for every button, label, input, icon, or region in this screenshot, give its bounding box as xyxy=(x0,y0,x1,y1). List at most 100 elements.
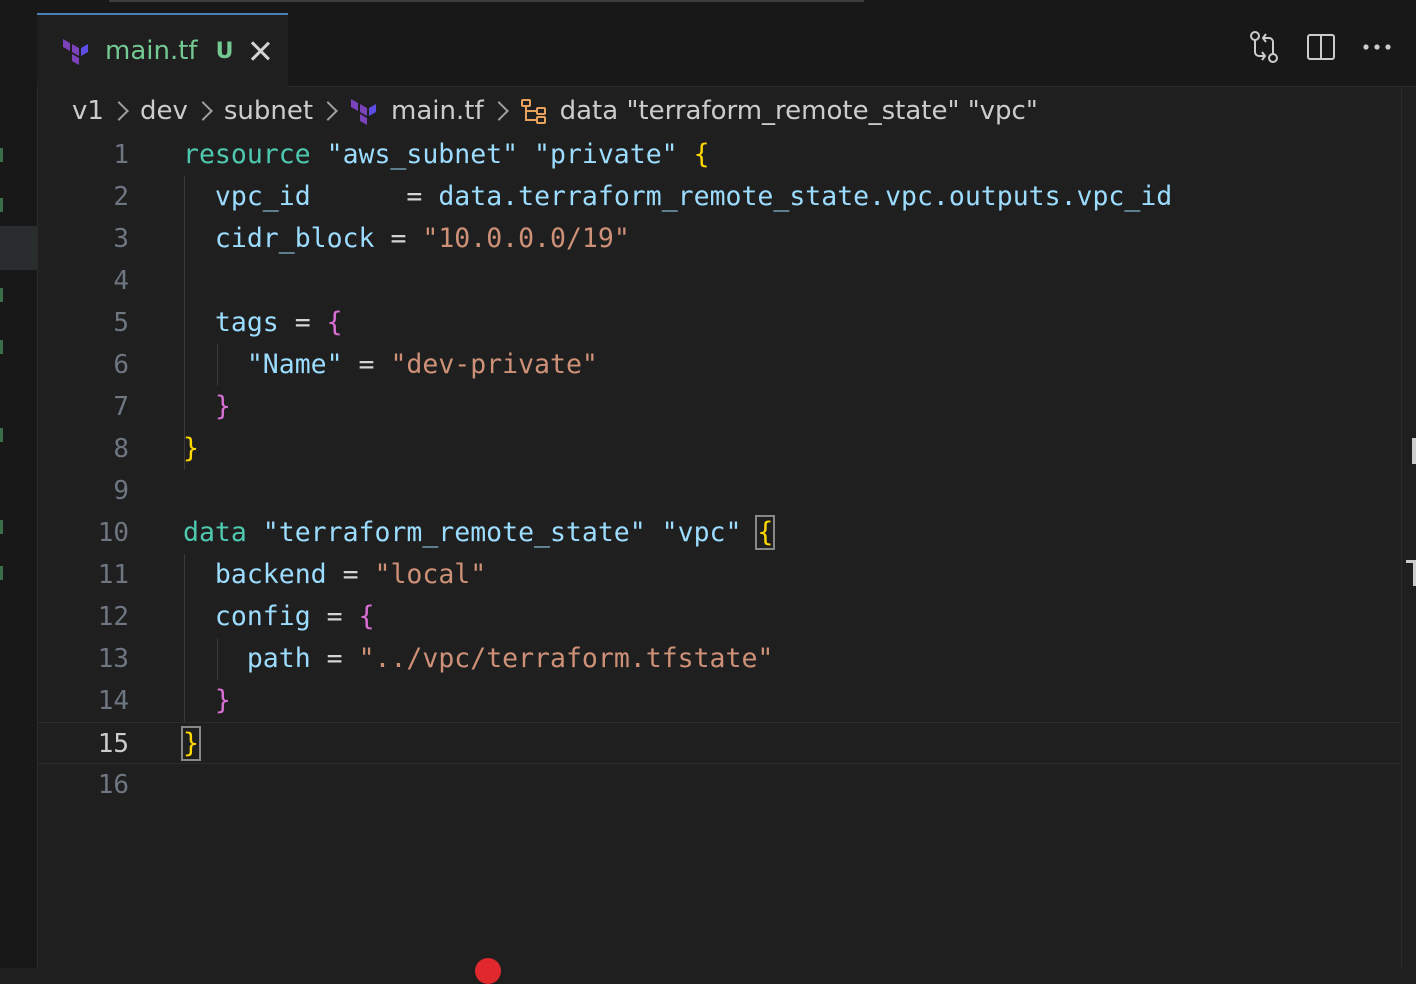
chevron-right-icon xyxy=(488,101,509,121)
string-value: "10.0.0.0/19" xyxy=(422,223,630,254)
line-number: 1 xyxy=(113,140,129,170)
line-number: 10 xyxy=(97,518,129,548)
attribute-name: cidr_block xyxy=(214,223,375,254)
operator: = xyxy=(342,559,359,590)
line-number: 13 xyxy=(97,644,129,674)
breadcrumb-item-dev[interactable]: dev xyxy=(140,96,188,126)
matched-bracket: { xyxy=(755,515,776,550)
breadcrumb-label: v1 xyxy=(72,96,104,126)
line-number: 8 xyxy=(113,434,129,464)
line-number: 7 xyxy=(113,392,129,422)
mouse-pointer-indicator xyxy=(475,958,501,984)
editor-actions xyxy=(1248,30,1392,64)
scm-marker xyxy=(0,566,3,580)
bracket: { xyxy=(358,601,375,632)
breadcrumb-label: data "terraform_remote_state" "vpc" xyxy=(559,96,1038,126)
breadcrumb-item-file[interactable]: main.tf xyxy=(349,96,484,126)
line-number: 12 xyxy=(97,602,129,632)
breadcrumb-label: dev xyxy=(139,96,188,126)
operator: = xyxy=(390,223,407,254)
split-editor-icon[interactable] xyxy=(1306,32,1336,62)
block-label: "terraform_remote_state" xyxy=(262,517,646,548)
operator: = xyxy=(326,643,343,674)
line-number: 14 xyxy=(97,686,129,716)
breadcrumb: v1 dev subnet main.tf data "terraform_re… xyxy=(72,88,1038,134)
line-number: 5 xyxy=(113,308,129,338)
breadcrumb-item-symbol[interactable]: data "terraform_remote_state" "vpc" xyxy=(520,96,1038,126)
map-key: "Name" xyxy=(246,349,343,380)
code-line: 6 "Name" = "dev-private" xyxy=(37,344,1402,386)
code-line: 11 backend = "local" xyxy=(37,554,1402,596)
breadcrumb-item-subnet[interactable]: subnet xyxy=(224,96,313,126)
scm-marker xyxy=(0,148,3,162)
symbol-structure-icon xyxy=(520,99,546,124)
keyword: resource xyxy=(183,139,311,170)
code-line: 9 xyxy=(37,470,1402,512)
breadcrumb-label: main.tf xyxy=(391,96,484,126)
bracket: } xyxy=(214,685,231,716)
attribute-name: path xyxy=(246,643,311,674)
code-editor[interactable]: 1 resource "aws_subnet" "private" { 2 vp… xyxy=(37,134,1416,968)
operator: = xyxy=(406,181,423,212)
string-value: "local" xyxy=(374,559,487,590)
code-line: 4 xyxy=(37,260,1402,302)
chevron-right-icon xyxy=(318,101,338,121)
string-value: "dev-private" xyxy=(390,349,598,380)
git-status-badge: U xyxy=(215,38,234,64)
line-number: 16 xyxy=(97,770,129,800)
code-line: 8 } xyxy=(37,428,1402,470)
tab-main-tf[interactable]: main.tf U xyxy=(37,13,288,87)
line-number: 6 xyxy=(113,350,129,380)
bracket: { xyxy=(326,307,343,338)
line-number: 2 xyxy=(113,182,129,212)
bracket: { xyxy=(693,139,710,170)
activity-bar xyxy=(0,0,38,968)
breadcrumb-item-v1[interactable]: v1 xyxy=(72,96,104,126)
matched-bracket: } xyxy=(181,726,201,761)
code-line-current: 15 } xyxy=(37,722,1402,764)
scm-marker xyxy=(0,198,3,212)
code-line: 14 } xyxy=(37,680,1402,722)
bracket: } xyxy=(183,433,199,464)
block-label: "aws_subnet" xyxy=(326,139,519,170)
block-label: "private" xyxy=(534,139,678,170)
overview-ruler-marker xyxy=(1412,438,1416,464)
scm-marker xyxy=(0,288,3,302)
attribute-name: backend xyxy=(214,559,327,590)
line-number-active: 15 xyxy=(97,729,129,759)
terraform-icon xyxy=(63,39,88,65)
progress-bar xyxy=(109,0,864,2)
more-actions-icon[interactable] xyxy=(1362,42,1392,52)
scm-marker xyxy=(0,520,3,534)
line-number: 9 xyxy=(113,476,129,506)
code-line: 5 tags = { xyxy=(37,302,1402,344)
chevron-right-icon xyxy=(109,101,129,121)
scm-marker xyxy=(0,428,3,442)
code-line: 7 } xyxy=(37,386,1402,428)
block-label: "vpc" xyxy=(661,517,742,548)
code-line: 16 xyxy=(37,764,1402,806)
operator: = xyxy=(294,307,311,338)
terraform-icon xyxy=(351,99,377,125)
operator: = xyxy=(358,349,375,380)
line-number: 3 xyxy=(113,224,129,254)
tab-filename: main.tf xyxy=(105,36,198,66)
keyword: data xyxy=(183,517,247,548)
attribute-name: vpc_id xyxy=(214,181,311,212)
code-line: 3 cidr_block = "10.0.0.0/19" xyxy=(37,218,1402,260)
code-line: 10 data "terraform_remote_state" "vpc" { xyxy=(37,512,1402,554)
vertical-scrollbar[interactable] xyxy=(1401,86,1416,968)
line-number: 11 xyxy=(97,560,129,590)
close-icon[interactable] xyxy=(249,40,271,62)
chevron-right-icon xyxy=(192,101,213,121)
code-line: 1 resource "aws_subnet" "private" { xyxy=(37,134,1402,176)
code-line: 12 config = { xyxy=(37,596,1402,638)
code-line: 13 path = "../vpc/terraform.tfstate" xyxy=(37,638,1402,680)
string-value: "../vpc/terraform.tfstate" xyxy=(358,643,774,674)
attribute-name: tags xyxy=(214,307,279,338)
code-line: 2 vpc_id = data.terraform_remote_state.v… xyxy=(37,176,1402,218)
activity-selected-item[interactable] xyxy=(0,226,37,270)
compare-changes-icon[interactable] xyxy=(1248,30,1280,64)
operator: = xyxy=(326,601,343,632)
